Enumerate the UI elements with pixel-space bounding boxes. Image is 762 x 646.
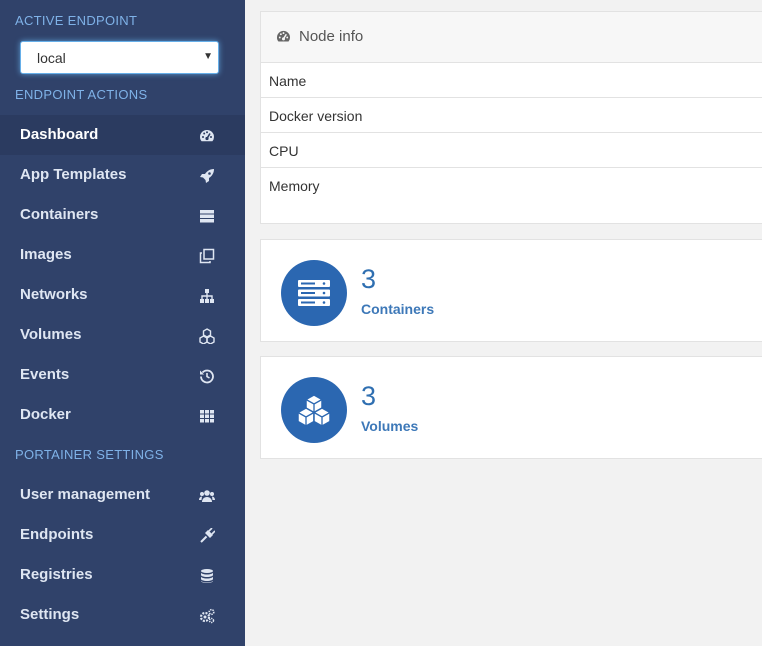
info-row-label: Memory [269,178,320,194]
sidebar-item-containers[interactable]: Containers [0,195,245,235]
endpoint-actions-title: ENDPOINT ACTIONS [15,87,148,102]
sidebar-item-label: Docker [20,406,71,423]
sidebar-item-label: Endpoints [20,526,94,543]
sidebar-item-images[interactable]: Images [0,235,245,275]
endpoint-select[interactable]: local ▼ [20,41,219,74]
chevron-down-icon: ▼ [203,51,213,62]
sidebar-item-events[interactable]: Events [0,355,245,395]
sidebar-item-label: Images [20,246,72,263]
volumes-count: 3 [361,381,377,411]
sidebar-item-app-templates[interactable]: App Templates [0,155,245,195]
info-row-cpu: CPU [261,133,762,168]
tachometer-icon [276,30,291,42]
active-endpoint-title: ACTIVE ENDPOINT [15,13,138,28]
node-info-header: Node info [261,12,762,63]
sidebar-item-networks[interactable]: Networks [0,275,245,315]
info-row-name: Name [261,63,762,98]
sidebar-item-label: Containers [20,206,99,223]
sitemap-icon [200,289,214,303]
node-info-title: Node info [299,28,364,45]
history-icon [200,369,214,384]
database-icon [201,569,213,583]
server-icon [200,210,214,223]
info-row-label: Docker version [269,108,363,124]
portainer-settings-title: PORTAINER SETTINGS [15,447,164,462]
sidebar-item-volumes[interactable]: Volumes [0,315,245,355]
sidebar-item-label: Volumes [20,326,82,343]
sidebar-item-label: Dashboard [20,126,99,143]
cogs-icon [199,608,215,624]
sidebar-item-user-management[interactable]: User management [0,475,245,515]
sidebar-item-label: User management [20,486,151,503]
sidebar-item-registries[interactable]: Registries [0,555,245,595]
tachometer-icon [200,130,214,142]
endpoint-select-value: local [37,50,66,66]
clone-icon [199,248,215,264]
th-icon [200,410,214,423]
server-icon [298,280,330,306]
sidebar-item-dashboard[interactable]: Dashboard [0,115,245,155]
users-icon [199,490,215,502]
containers-stat-icon-circle [281,260,347,326]
sidebar: ACTIVE ENDPOINT local ▼ ENDPOINT ACTIONS… [0,0,245,646]
sidebar-item-label: Settings [20,606,80,623]
sidebar-item-label: Networks [20,286,88,303]
info-row-label: CPU [269,143,299,159]
rocket-icon [200,169,214,183]
sidebar-item-label: Registries [20,566,93,583]
info-row-docker-version: Docker version [261,98,762,133]
containers-stat-panel[interactable]: 3 Containers [260,239,762,342]
sidebar-item-label: App Templates [20,166,127,183]
info-row-memory: Memory [261,168,762,203]
volumes-stat-icon-circle [281,377,347,443]
plug-icon [200,528,215,543]
cubes-icon [199,328,215,344]
cubes-icon [297,394,331,427]
sidebar-item-label: Events [20,366,70,383]
sidebar-item-docker[interactable]: Docker [0,395,245,435]
containers-label: Containers [361,301,435,317]
containers-count: 3 [361,264,377,294]
volumes-stat-panel[interactable]: 3 Volumes [260,356,762,459]
volumes-label: Volumes [361,418,419,434]
info-row-label: Name [269,73,307,89]
node-info-panel: Node info Name Docker version CPU Memory [260,11,762,224]
sidebar-item-settings[interactable]: Settings [0,595,245,635]
sidebar-item-endpoints[interactable]: Endpoints [0,515,245,555]
